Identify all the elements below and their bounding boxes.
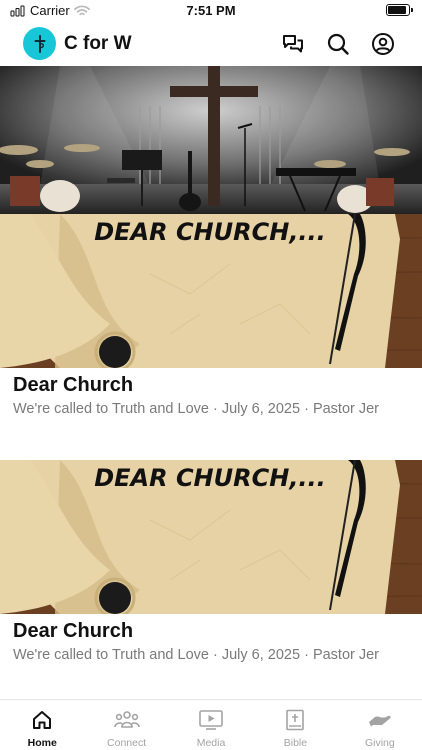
post-card[interactable]: DEAR CHURCH,... Dear Church We're called… xyxy=(0,214,422,460)
post-image: DEAR CHURCH,... xyxy=(0,214,422,368)
post-author: Pastor Jer xyxy=(312,647,380,663)
svg-text:DEAR CHURCH,...: DEAR CHURCH,... xyxy=(94,218,326,246)
tab-label: Connect xyxy=(107,737,147,749)
tab-label: Giving xyxy=(364,737,395,749)
post-title[interactable]: Dear Church xyxy=(13,374,133,397)
people-icon xyxy=(113,708,140,732)
post-image: DEAR CHURCH,... xyxy=(0,460,422,614)
post-date: July 6, 2025 xyxy=(221,401,301,417)
post-meta: We're called to Truth and Love · July 6,… xyxy=(13,401,380,417)
feed: DEAR CHURCH,... Dear Church We're called… xyxy=(0,66,422,706)
status-bar: Carrier 7:51 PM xyxy=(0,0,422,22)
parchment-illustration: DEAR CHURCH,... xyxy=(0,214,422,368)
church-logo-icon[interactable] xyxy=(23,27,56,60)
post-meta: We're called to Truth and Love · July 6,… xyxy=(13,647,380,663)
stage-illustration xyxy=(0,66,422,214)
hero-stage-image[interactable] xyxy=(0,66,422,214)
search-icon[interactable] xyxy=(326,32,350,56)
tab-bar: Home Connect Media Bible Giving xyxy=(0,699,422,750)
post-title[interactable]: Dear Church xyxy=(13,620,133,643)
chat-bubbles-icon[interactable] xyxy=(281,32,305,56)
app-header: C for W xyxy=(0,22,422,66)
bible-icon xyxy=(282,708,308,732)
tab-bible[interactable]: Bible xyxy=(253,700,337,750)
post-subtitle: We're called to Truth and Love xyxy=(13,401,209,417)
play-video-icon xyxy=(198,708,224,732)
post-subtitle: We're called to Truth and Love xyxy=(13,647,209,663)
tab-label: Bible xyxy=(283,737,308,749)
tab-giving[interactable]: Giving xyxy=(338,700,422,750)
account-icon[interactable] xyxy=(371,32,395,56)
tab-media[interactable]: Media xyxy=(169,700,253,750)
tab-label: Media xyxy=(196,737,226,749)
home-icon xyxy=(29,708,55,732)
app-title: C for W xyxy=(64,33,132,54)
giving-hand-icon xyxy=(367,708,393,732)
post-author: Pastor Jer xyxy=(312,401,380,417)
tab-home[interactable]: Home xyxy=(0,700,84,750)
post-card[interactable]: DEAR CHURCH,... Dear Church We're called… xyxy=(0,460,422,706)
tab-label: Home xyxy=(27,737,57,749)
cross-icon xyxy=(34,34,45,53)
svg-text:DEAR CHURCH,...: DEAR CHURCH,... xyxy=(94,464,326,492)
parchment-illustration: DEAR CHURCH,... xyxy=(0,460,422,614)
tab-connect[interactable]: Connect xyxy=(84,700,168,750)
battery-icon xyxy=(386,4,413,16)
status-time: 7:51 PM xyxy=(186,3,236,18)
post-date: July 6, 2025 xyxy=(221,647,301,663)
